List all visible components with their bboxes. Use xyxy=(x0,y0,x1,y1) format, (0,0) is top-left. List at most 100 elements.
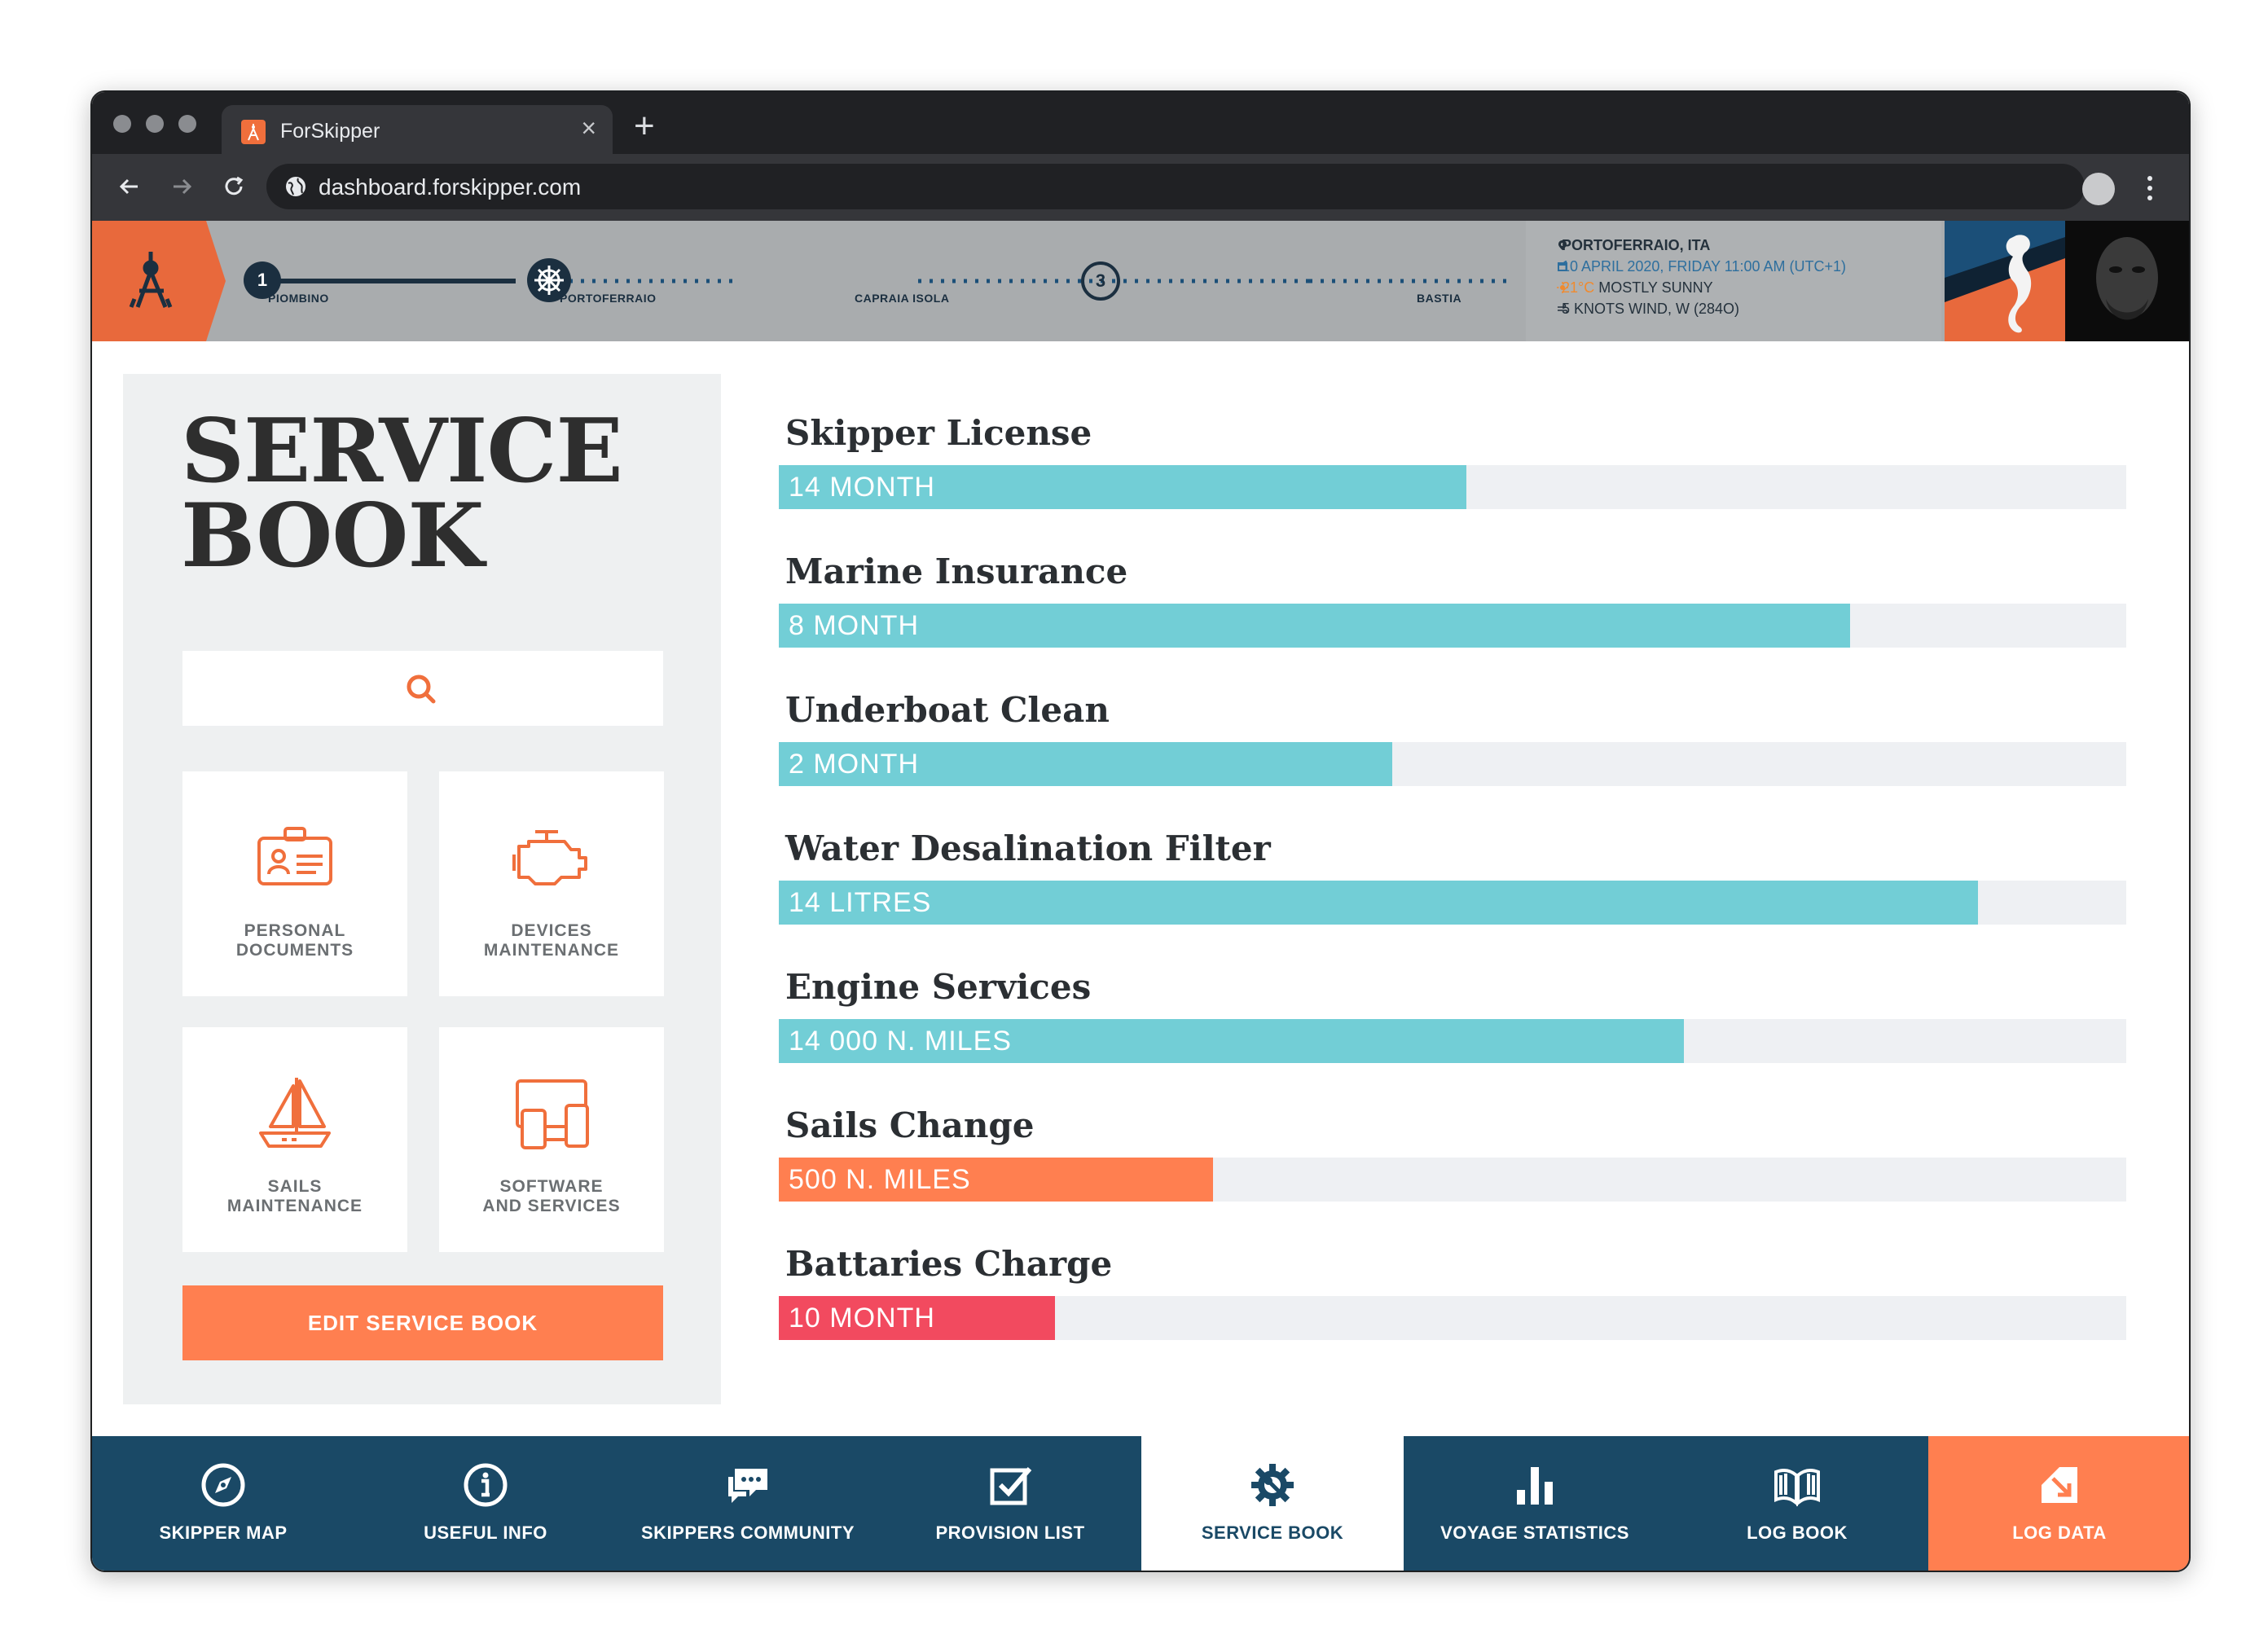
window-minimize-dot[interactable] xyxy=(146,115,164,133)
service-item[interactable]: Marine Insurance 8 MONTH xyxy=(779,551,2131,674)
nav-item-log-data[interactable]: LOG DATA xyxy=(1928,1436,2189,1571)
user-avatar[interactable] xyxy=(2065,221,2189,341)
weather-location: PORTOFERRAIO, ITA xyxy=(1562,237,1711,253)
search-icon xyxy=(407,674,436,704)
edit-service-book-button[interactable]: EDIT SERVICE BOOK xyxy=(182,1285,663,1360)
chat-icon xyxy=(723,1461,772,1509)
service-item-value: 14 LITRES xyxy=(789,887,932,918)
route-stop-label: CAPRAIA ISOLA xyxy=(855,292,950,305)
info-icon xyxy=(461,1461,510,1509)
page-title-line: SERVICE xyxy=(181,400,623,503)
nav-item-label: VOYAGE STATISTICS xyxy=(1440,1522,1629,1543)
nav-item-useful-info[interactable]: USEFUL INFO xyxy=(354,1436,617,1571)
nav-item-label: SKIPPERS COMMUNITY xyxy=(640,1522,855,1543)
service-item-value: 14 000 N. MILES xyxy=(789,1026,1012,1057)
nav-item-service-book[interactable]: SERVICE BOOK xyxy=(1141,1436,1404,1571)
nav-item-log-book[interactable]: LOG BOOK xyxy=(1666,1436,1928,1571)
tab-bar: ForSkipper × + xyxy=(92,92,2189,156)
new-tab-icon[interactable]: + xyxy=(634,108,655,144)
page-title: SERVICE BOOK xyxy=(181,400,623,587)
devices-icon xyxy=(516,1079,589,1149)
service-progress-track: 14 MONTH xyxy=(779,465,2126,509)
route-stop-3[interactable]: 3 xyxy=(1081,261,1120,301)
nav-item-skipper-map[interactable]: SKIPPER MAP xyxy=(92,1436,354,1571)
nav-item-label: SERVICE BOOK xyxy=(1201,1522,1344,1543)
weather-condition-row: 21°C MOSTLY SUNNY xyxy=(1562,279,1713,297)
weather-date: 10 APRIL 2020, FRIDAY 11:00 AM (UTC+1) xyxy=(1562,258,1846,275)
weather-condition: MOSTLY SUNNY xyxy=(1598,279,1713,296)
card-devices-maintenance[interactable]: DEVICES MAINTENANCE xyxy=(439,771,664,996)
service-item-value: 500 N. MILES xyxy=(789,1164,971,1195)
app-header: 1 PIOMBINO PORTOFERRAIO CAPRAIA ISOLA 3 … xyxy=(92,221,2189,341)
service-progress-fill xyxy=(779,881,1979,925)
service-item[interactable]: Battaries Charge 10 MONTH xyxy=(779,1244,2131,1366)
card-sails-maintenance[interactable]: SAILS MAINTENANCE xyxy=(182,1027,407,1252)
service-item-value: 10 MONTH xyxy=(789,1303,935,1333)
service-item-title: Water Desalination Filter xyxy=(785,828,1271,868)
engine-icon xyxy=(512,830,587,885)
profile-avatar[interactable] xyxy=(2082,173,2115,205)
service-item[interactable]: Engine Services 14 000 N. MILES xyxy=(779,967,2131,1089)
card-label: SAILS MAINTENANCE xyxy=(226,1177,363,1215)
seahorse-avatar[interactable] xyxy=(1945,221,2065,341)
window-close-dot[interactable] xyxy=(113,115,131,133)
back-icon[interactable] xyxy=(113,170,146,203)
reload-icon[interactable] xyxy=(218,170,250,203)
nav-item-provision-list[interactable]: PROVISION LIST xyxy=(879,1436,1141,1571)
user-photo-icon xyxy=(2065,221,2189,341)
nav-item-label: USEFUL INFO xyxy=(424,1522,547,1543)
service-progress-fill xyxy=(779,604,1850,648)
bar-chart-icon xyxy=(1510,1461,1559,1509)
globe-icon xyxy=(286,177,305,196)
service-item-value: 14 MONTH xyxy=(789,472,935,503)
service-progress-track: 8 MONTH xyxy=(779,604,2126,648)
route-stop-label: PORTOFERRAIO xyxy=(560,292,657,305)
service-progress-track: 500 N. MILES xyxy=(779,1158,2126,1202)
forward-icon[interactable] xyxy=(165,170,198,203)
address-bar[interactable]: dashboard.forskipper.com xyxy=(266,164,2085,209)
sailboat-icon xyxy=(259,1078,331,1148)
service-item[interactable]: Underboat Clean 2 MONTH xyxy=(779,690,2131,812)
nav-item-voyage-statistics[interactable]: VOYAGE STATISTICS xyxy=(1404,1436,1666,1571)
export-icon xyxy=(2035,1461,2084,1509)
browser-toolbar: dashboard.forskipper.com xyxy=(92,154,2189,221)
card-label: SOFTWARE AND SERVICES xyxy=(482,1177,621,1215)
page-title-line: BOOK xyxy=(181,485,484,587)
browser-menu-icon[interactable] xyxy=(2145,174,2155,203)
service-item-value: 2 MONTH xyxy=(789,749,919,780)
service-item[interactable]: Water Desalination Filter 14 LITRES xyxy=(779,828,2131,951)
nav-item-label: SKIPPER MAP xyxy=(159,1522,288,1543)
browser-tab[interactable]: ForSkipper × xyxy=(222,105,613,156)
card-label: PERSONAL DOCUMENTS xyxy=(235,921,354,960)
weather-panel: PORTOFERRAIO, ITA 10 APRIL 2020, FRIDAY … xyxy=(1526,221,1941,341)
search-box[interactable] xyxy=(182,651,663,726)
service-book-panel: SERVICE BOOK PERSONAL DOCUMENTS DEVICES … xyxy=(123,374,721,1404)
service-item-title: Underboat Clean xyxy=(785,690,1110,730)
bottom-navigation: SKIPPER MAP USEFUL INFO SKIPPERS COMMUNITY… xyxy=(92,1436,2189,1571)
card-software-services[interactable]: SOFTWARE AND SERVICES xyxy=(439,1027,664,1252)
nav-item-skippers-community[interactable]: SKIPPERS COMMUNITY xyxy=(617,1436,879,1571)
book-icon xyxy=(1773,1461,1822,1509)
weather-temp: 21°C xyxy=(1562,279,1595,296)
route-stop-label: PIOMBINO xyxy=(268,292,329,305)
card-label: DEVICES MAINTENANCE xyxy=(483,921,620,960)
id-card-icon xyxy=(257,827,332,885)
service-item-value: 8 MONTH xyxy=(789,610,919,641)
service-item-title: Engine Services xyxy=(785,967,1092,1007)
service-item[interactable]: Sails Change 500 N. MILES xyxy=(779,1105,2131,1228)
weather-wind: 5 KNOTS WIND, W (284O) xyxy=(1562,301,1740,317)
window-zoom-dot[interactable] xyxy=(178,115,196,133)
service-progress-track: 14 LITRES xyxy=(779,881,2126,925)
tab-close-icon[interactable]: × xyxy=(581,115,596,141)
service-progress-track: 10 MONTH xyxy=(779,1296,2126,1340)
service-item-title: Sails Change xyxy=(785,1105,1035,1145)
route-line xyxy=(263,279,1513,283)
nav-item-label: PROVISION LIST xyxy=(935,1522,1085,1543)
app-logo-icon[interactable] xyxy=(92,221,226,341)
route-stop-label: BASTIA xyxy=(1417,292,1462,305)
gear-icon xyxy=(1248,1461,1297,1509)
compass-icon xyxy=(199,1461,248,1509)
service-progress-track: 2 MONTH xyxy=(779,742,2126,786)
card-personal-documents[interactable]: PERSONAL DOCUMENTS xyxy=(182,771,407,996)
service-item[interactable]: Skipper License 14 MONTH xyxy=(779,413,2131,535)
